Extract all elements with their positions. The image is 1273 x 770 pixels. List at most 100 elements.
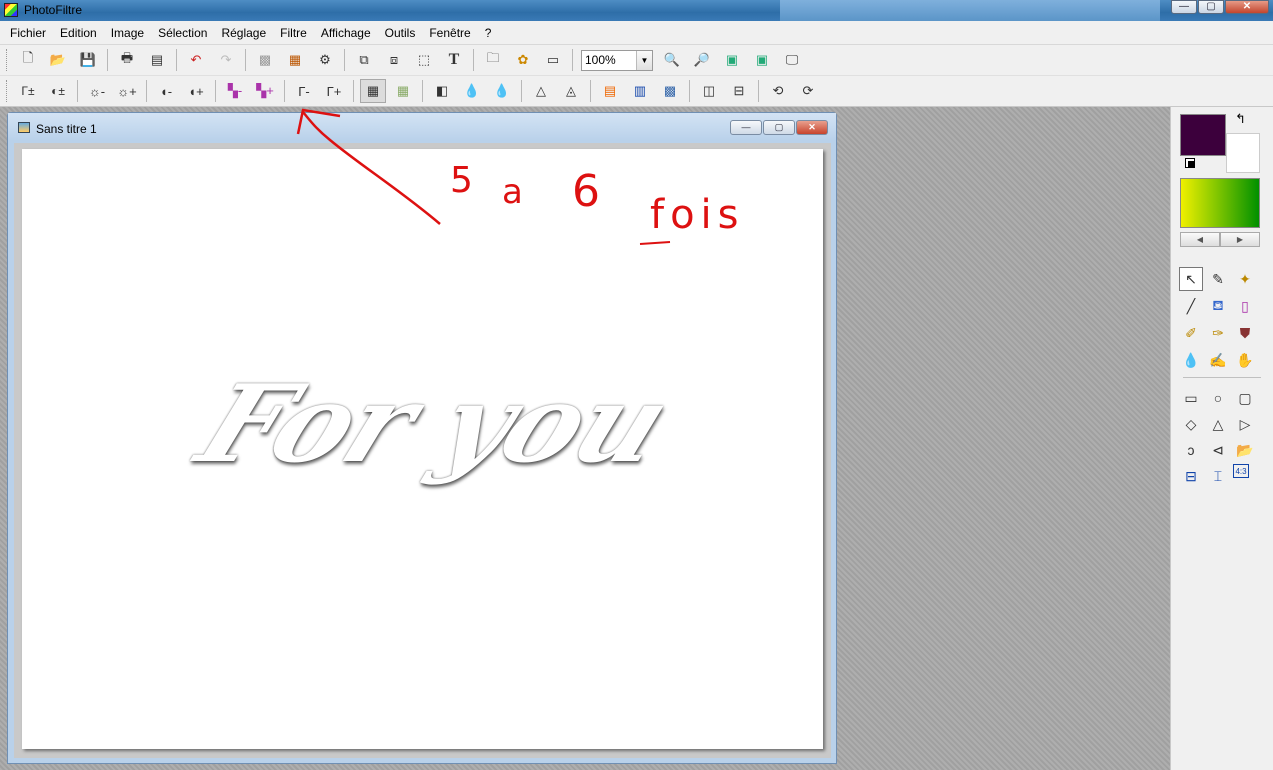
soften-icon[interactable]: 💧 bbox=[459, 79, 485, 103]
grid-icon[interactable]: ▦ bbox=[360, 79, 386, 103]
horizontal-selection-icon[interactable]: ⊟ bbox=[1179, 464, 1203, 488]
right-triangle-selection-icon[interactable]: ▷ bbox=[1233, 412, 1257, 436]
image-size-icon[interactable]: ⧉ bbox=[351, 48, 377, 72]
background-color-swatch[interactable] bbox=[1226, 133, 1260, 173]
chevron-down-icon[interactable]: ▼ bbox=[636, 50, 652, 70]
menu-image[interactable]: Image bbox=[104, 26, 151, 40]
eyedropper-tool-icon[interactable]: ✎ bbox=[1206, 267, 1230, 291]
contrast-decrease-icon[interactable]: ◖- bbox=[153, 79, 179, 103]
zoom-in-icon[interactable]: 🔍 bbox=[659, 48, 685, 72]
document-maximize-button[interactable]: ▢ bbox=[763, 120, 795, 135]
close-button[interactable]: ✕ bbox=[1225, 0, 1269, 14]
gradient-horizontal-icon[interactable]: ▤ bbox=[597, 79, 623, 103]
triangle-selection-icon[interactable]: △ bbox=[1206, 412, 1230, 436]
window-icon[interactable]: ▭ bbox=[540, 48, 566, 72]
menu-help[interactable]: ? bbox=[478, 26, 499, 40]
maximize-button[interactable]: ▢ bbox=[1198, 0, 1224, 14]
polygon-selection-icon[interactable]: ⊲ bbox=[1206, 438, 1230, 462]
advanced-brush-tool-icon[interactable]: ✑ bbox=[1206, 321, 1230, 345]
sharpen-icon[interactable]: 💧 bbox=[489, 79, 515, 103]
undo-icon[interactable]: ↶ bbox=[183, 48, 209, 72]
scan-icon[interactable]: ▤ bbox=[144, 48, 170, 72]
plugins-icon[interactable]: ✿ bbox=[510, 48, 536, 72]
gradient-vertical-icon[interactable]: ▥ bbox=[627, 79, 653, 103]
image-canvas[interactable]: For you bbox=[22, 149, 823, 749]
triangle-icon[interactable]: △ bbox=[528, 79, 554, 103]
open-folder-icon[interactable]: 📂 bbox=[45, 48, 71, 72]
brightness-increase-icon[interactable]: ☼+ bbox=[114, 79, 140, 103]
brightness-decrease-icon[interactable]: ☼- bbox=[84, 79, 110, 103]
zoom-out-icon[interactable]: 🔎 bbox=[689, 48, 715, 72]
menu-outils[interactable]: Outils bbox=[378, 26, 423, 40]
flip-vertical-icon[interactable]: ⊟ bbox=[726, 79, 752, 103]
rounded-rectangle-selection-icon[interactable]: ▢ bbox=[1233, 386, 1257, 410]
separator bbox=[146, 80, 147, 102]
contrast-increase-icon[interactable]: ◖+ bbox=[183, 79, 209, 103]
text-tool-icon[interactable]: T bbox=[441, 48, 467, 72]
save-icon[interactable]: 💾 bbox=[75, 48, 101, 72]
texture-icon[interactable]: ▩ bbox=[657, 79, 683, 103]
color-palette-icon[interactable]: ▦ bbox=[282, 48, 308, 72]
zoom-select[interactable]: 100% ▼ bbox=[581, 49, 653, 71]
menu-reglage[interactable]: Réglage bbox=[214, 26, 273, 40]
menu-selection[interactable]: Sélection bbox=[151, 26, 214, 40]
auto-levels-icon[interactable]: Γ± bbox=[15, 79, 41, 103]
print-icon[interactable]: 🖶 bbox=[114, 48, 140, 72]
spray-tool-icon[interactable]: ▯ bbox=[1233, 294, 1257, 318]
toolbar-grip[interactable] bbox=[6, 80, 9, 102]
diamond-selection-icon[interactable]: ◇ bbox=[1179, 412, 1203, 436]
load-selection-icon[interactable]: 📂 bbox=[1233, 438, 1257, 462]
actual-size-icon[interactable]: ▣ bbox=[749, 48, 775, 72]
gamma-decrease-icon[interactable]: Γ- bbox=[291, 79, 317, 103]
magic-wand-tool-icon[interactable]: ✦ bbox=[1233, 267, 1257, 291]
stamp-tool-icon[interactable]: ⛊ bbox=[1233, 321, 1257, 345]
effects-icon[interactable]: ⚙ bbox=[312, 48, 338, 72]
toolbar-grip[interactable] bbox=[6, 49, 9, 71]
rotate-right-icon[interactable]: ⟳ bbox=[795, 79, 821, 103]
gradient-preview[interactable] bbox=[1180, 178, 1260, 228]
redo-icon[interactable]: ↷ bbox=[213, 48, 239, 72]
ratio-selection-icon[interactable]: 4:3 bbox=[1233, 464, 1249, 478]
blur-drop-tool-icon[interactable]: 💧 bbox=[1179, 348, 1203, 372]
flip-horizontal-icon[interactable]: ◫ bbox=[696, 79, 722, 103]
document-close-button[interactable]: ✕ bbox=[796, 120, 828, 135]
gamma-increase-icon[interactable]: Γ+ bbox=[321, 79, 347, 103]
canvas-size-icon[interactable]: ⧈ bbox=[381, 48, 407, 72]
document-title-bar[interactable]: Sans titre 1 — ▢ ✕ bbox=[8, 113, 836, 141]
menu-affichage[interactable]: Affichage bbox=[314, 26, 378, 40]
ellipse-selection-icon[interactable]: ○ bbox=[1206, 386, 1230, 410]
minimize-button[interactable]: — bbox=[1171, 0, 1197, 14]
grayscale-icon[interactable]: ▩ bbox=[252, 48, 278, 72]
saturation-decrease-icon[interactable]: ▚- bbox=[222, 79, 248, 103]
menu-fenetre[interactable]: Fenêtre bbox=[422, 26, 477, 40]
crop-icon[interactable]: ⬚ bbox=[411, 48, 437, 72]
pointer-tool-icon[interactable]: ↖ bbox=[1179, 267, 1203, 291]
rotate-left-icon[interactable]: ⟲ bbox=[765, 79, 791, 103]
menu-filtre[interactable]: Filtre bbox=[273, 26, 314, 40]
auto-contrast-icon[interactable]: ◐± bbox=[45, 79, 71, 103]
swap-colors-icon[interactable]: ↰ bbox=[1235, 111, 1246, 127]
foreground-color-swatch[interactable] bbox=[1180, 114, 1226, 156]
rectangle-selection-icon[interactable]: ▭ bbox=[1179, 386, 1203, 410]
fit-window-icon[interactable]: ▣ bbox=[719, 48, 745, 72]
vertical-selection-icon[interactable]: ⌶ bbox=[1206, 464, 1230, 488]
lasso-selection-icon[interactable]: ↄ bbox=[1179, 438, 1203, 462]
saturation-increase-icon[interactable]: ▚+ bbox=[252, 79, 278, 103]
layers-icon[interactable]: 🗀 bbox=[480, 48, 506, 72]
menu-fichier[interactable]: Fichier bbox=[3, 26, 53, 40]
brush-tool-icon[interactable]: ✐ bbox=[1179, 321, 1203, 345]
pattern-icon[interactable]: ▦ bbox=[390, 79, 416, 103]
menu-edition[interactable]: Edition bbox=[53, 26, 104, 40]
blur-icon[interactable]: ◧ bbox=[429, 79, 455, 103]
new-file-icon[interactable]: 🗋 bbox=[15, 48, 41, 72]
fullscreen-icon[interactable]: 🖵 bbox=[779, 48, 805, 72]
line-tool-icon[interactable]: ╱ bbox=[1179, 294, 1203, 318]
document-minimize-button[interactable]: — bbox=[730, 120, 762, 135]
hand-tool-icon[interactable]: ✋ bbox=[1233, 348, 1257, 372]
fill-bucket-tool-icon[interactable]: ⛾ bbox=[1206, 294, 1230, 318]
triangle-double-icon[interactable]: ◬ bbox=[558, 79, 584, 103]
reset-colors-icon[interactable] bbox=[1185, 158, 1195, 168]
smudge-tool-icon[interactable]: ✍ bbox=[1206, 348, 1230, 372]
scroll-left-button[interactable]: ◀ bbox=[1180, 232, 1220, 247]
scroll-right-button[interactable]: ▶ bbox=[1220, 232, 1260, 247]
